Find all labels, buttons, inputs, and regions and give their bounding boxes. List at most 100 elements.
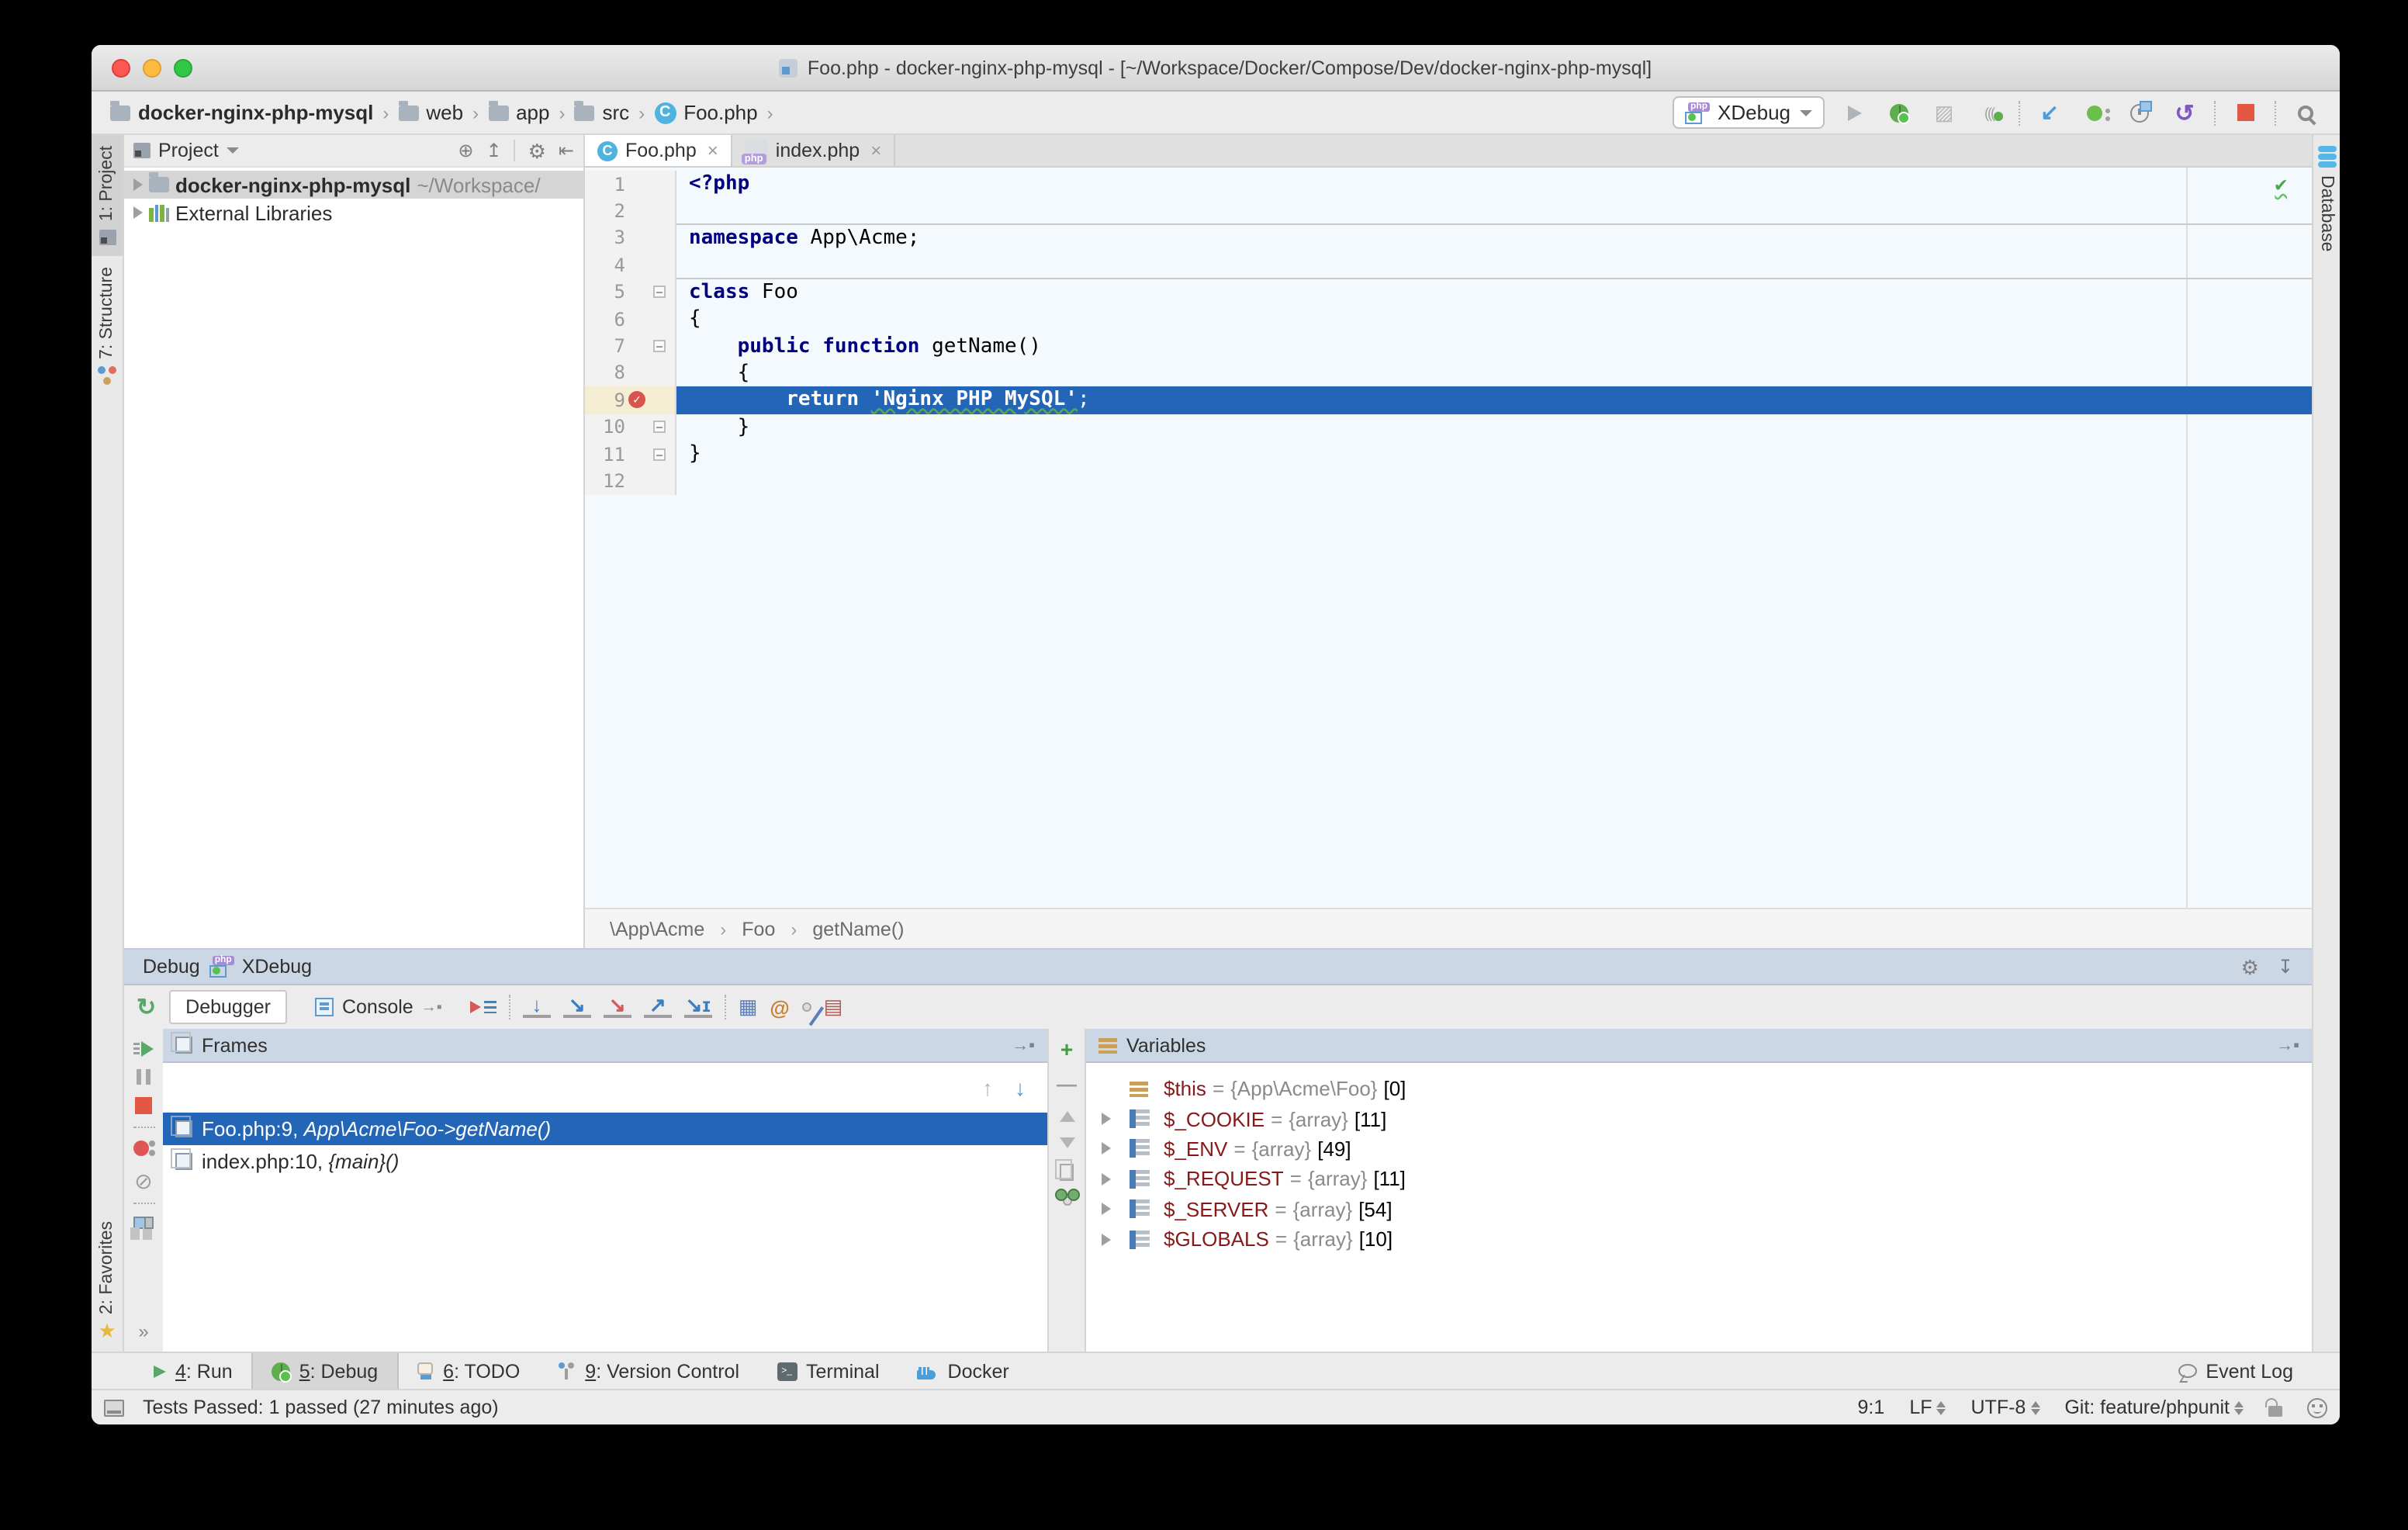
breadcrumb-item-file[interactable]: Foo.php: [654, 101, 757, 124]
expand-arrow-icon[interactable]: [1102, 1143, 1111, 1155]
code-line[interactable]: 5 class Foo: [585, 279, 2312, 306]
line-number[interactable]: 2: [585, 200, 625, 222]
caret-position[interactable]: 9:1: [1858, 1397, 1885, 1418]
move-down-icon[interactable]: [1059, 1137, 1074, 1148]
toolwindow-button-todo[interactable]: 6: TODO: [398, 1353, 538, 1389]
tab-console[interactable]: Console →▪: [300, 990, 458, 1024]
variable-row-cookie[interactable]: $_COOKIE = {array} [11]: [1086, 1104, 2312, 1134]
fold-marker-icon[interactable]: [653, 448, 666, 460]
frame-row-current[interactable]: Foo.php:9, App\Acme\Foo->getName(): [163, 1113, 1047, 1145]
expand-arrow-icon[interactable]: [1102, 1173, 1111, 1186]
debug-button[interactable]: [1884, 97, 1915, 128]
tab-debugger[interactable]: Debugger: [168, 990, 288, 1024]
line-number[interactable]: 1: [585, 173, 625, 195]
show-watches-toggle-icon[interactable]: [1062, 1196, 1071, 1206]
line-number[interactable]: 12: [585, 470, 625, 492]
line-number[interactable]: 11: [585, 443, 625, 465]
variable-row-request[interactable]: $_REQUEST = {array} [11]: [1086, 1164, 2312, 1194]
previous-frame-icon[interactable]: ↑: [982, 1075, 993, 1100]
line-number[interactable]: 6: [585, 308, 625, 330]
line-number[interactable]: 7: [585, 335, 625, 357]
close-tab-icon[interactable]: [708, 140, 718, 161]
tree-row-project-root[interactable]: docker-nginx-php-mysql ~/Workspace/: [124, 171, 583, 199]
run-configuration-select[interactable]: XDebug: [1673, 96, 1825, 129]
inspections-profile-icon[interactable]: [2307, 1397, 2327, 1418]
next-frame-icon[interactable]: ↓: [1015, 1075, 1026, 1100]
code-editor[interactable]: 1 <?php 2 3 namespace App\Acme;: [585, 168, 2312, 908]
expand-arrow-icon[interactable]: [1102, 1203, 1111, 1216]
titlebar[interactable]: Foo.php - docker-nginx-php-mysql - [~/Wo…: [92, 45, 2340, 92]
stripe-button-project[interactable]: 1: Project: [92, 135, 123, 255]
editor-tab-foo-php[interactable]: Foo.php: [585, 135, 732, 166]
rerun-icon[interactable]: ↻: [137, 993, 156, 1021]
toolwindow-button-terminal[interactable]: Terminal: [758, 1353, 898, 1389]
line-number[interactable]: 4: [585, 254, 625, 276]
float-panel-icon[interactable]: →▪: [2276, 1036, 2299, 1054]
gear-icon[interactable]: [528, 140, 546, 161]
code-line[interactable]: 8 {: [585, 359, 2312, 386]
run-with-coverage-button[interactable]: ▨: [1929, 97, 1960, 128]
close-tab-icon[interactable]: [870, 140, 881, 161]
stripe-button-favorites[interactable]: 2: Favorites ★: [92, 1210, 123, 1352]
toolwindow-button-version-control[interactable]: 9: Version Control: [538, 1353, 758, 1389]
code-line[interactable]: 4: [585, 251, 2312, 279]
expand-arrow-icon[interactable]: [1102, 1113, 1111, 1125]
breadcrumb-namespace[interactable]: \App\Acme: [610, 918, 704, 940]
expand-arrow-icon[interactable]: [133, 206, 143, 219]
code-line[interactable]: 2: [585, 198, 2312, 225]
toolwindow-button-run[interactable]: 4: Run: [135, 1353, 251, 1389]
status-message[interactable]: Tests Passed: 1 passed (27 minutes ago): [143, 1397, 499, 1418]
rollback-button[interactable]: ↺: [2169, 97, 2200, 128]
toolwindow-toggle-icon[interactable]: [104, 1399, 124, 1416]
stripe-button-database[interactable]: Database: [2313, 135, 2340, 262]
git-branch-select[interactable]: Git: feature/phpunit: [2064, 1397, 2244, 1418]
float-panel-icon[interactable]: →▪: [1012, 1036, 1035, 1054]
line-number[interactable]: 8: [585, 362, 625, 384]
code-line-current-execution[interactable]: 9 return 'Nginx PHP MySQL';: [585, 386, 2312, 414]
breadcrumb-item-app[interactable]: app: [488, 101, 549, 124]
hide-panel-icon[interactable]: ↧: [2278, 956, 2293, 978]
variable-row-server[interactable]: $_SERVER = {array} [54]: [1086, 1194, 2312, 1224]
breadcrumb-item-root[interactable]: docker-nginx-php-mysql: [110, 101, 373, 124]
code-line[interactable]: 7 public function getName(): [585, 333, 2312, 360]
recent-changes-button[interactable]: [2124, 97, 2155, 128]
stop-icon[interactable]: [135, 1097, 152, 1114]
breadcrumb-item-web[interactable]: web: [398, 101, 463, 124]
code-line[interactable]: 12: [585, 468, 2312, 495]
run-button[interactable]: [1839, 97, 1870, 128]
zoom-window-button[interactable]: [174, 58, 192, 77]
tree-row-external-libraries[interactable]: External Libraries: [124, 199, 583, 227]
layout-settings-icon[interactable]: [133, 1217, 154, 1234]
remove-watch-icon[interactable]: —: [1057, 1072, 1077, 1096]
minimize-window-button[interactable]: [143, 58, 161, 77]
view-breakpoints-icon[interactable]: [133, 1141, 154, 1159]
code-line[interactable]: 1 <?php: [585, 171, 2312, 198]
code-line[interactable]: 6 {: [585, 306, 2312, 333]
vcs-commit-button[interactable]: [2079, 97, 2110, 128]
move-up-icon[interactable]: [1059, 1111, 1074, 1122]
variables-header[interactable]: Variables →▪: [1086, 1029, 2312, 1063]
breadcrumb-class[interactable]: Foo: [742, 918, 775, 940]
lock-icon[interactable]: [2268, 1405, 2282, 1416]
close-window-button[interactable]: [112, 58, 130, 77]
breadcrumb-item-src[interactable]: src: [575, 101, 630, 124]
step-out-icon[interactable]: ↗: [644, 996, 672, 1018]
fold-marker-icon[interactable]: [653, 421, 666, 433]
vcs-update-button[interactable]: ↙: [2034, 97, 2065, 128]
run-to-cursor-icon[interactable]: ↘ɪ: [684, 996, 712, 1018]
variable-row-env[interactable]: $_ENV = {array} [49]: [1086, 1134, 2312, 1165]
chevron-down-icon[interactable]: [227, 147, 239, 154]
show-execution-point-icon[interactable]: [470, 1001, 496, 1013]
frames-header[interactable]: Frames →▪: [163, 1029, 1047, 1063]
code-line[interactable]: 10 }: [585, 414, 2312, 441]
editor-tab-index-php[interactable]: index.php: [732, 135, 895, 166]
mute-variables-icon[interactable]: @: [770, 995, 789, 1019]
code-line[interactable]: 3 namespace App\Acme;: [585, 225, 2312, 252]
encoding-select[interactable]: UTF-8: [1971, 1397, 2040, 1418]
restore-layout-icon[interactable]: ▤: [824, 995, 843, 1019]
collapse-all-icon[interactable]: ↥: [486, 140, 501, 161]
add-watch-icon[interactable]: +: [1060, 1041, 1073, 1057]
code-line[interactable]: 11 }: [585, 441, 2312, 468]
pause-icon[interactable]: [137, 1069, 150, 1085]
line-number[interactable]: 5: [585, 282, 625, 303]
